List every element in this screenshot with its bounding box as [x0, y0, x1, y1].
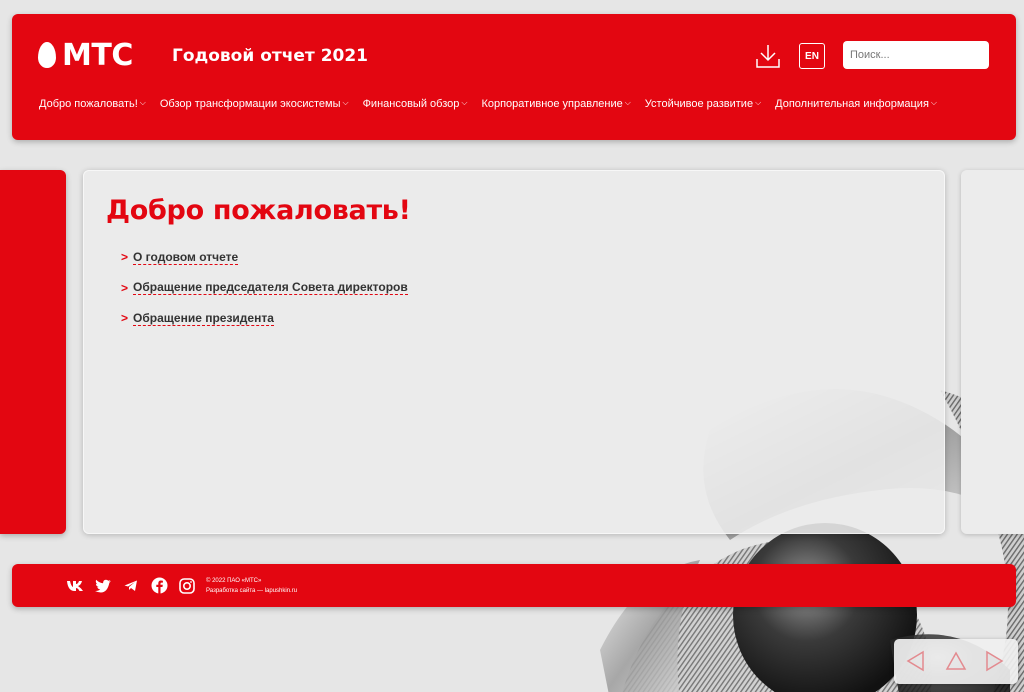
nav-item-label: Корпоративное управление [481, 98, 623, 110]
nav-item-label: Финансовый обзор [362, 98, 460, 110]
copyright-text: © 2022 ПАО «МТС» [206, 578, 262, 584]
arrow-right-icon[interactable] [982, 649, 1006, 673]
main-nav: Добро пожаловать! ⌵ Обзор трансформации э… [39, 98, 937, 110]
nav-item-label: Устойчивое развитие [644, 98, 754, 110]
download-icon[interactable] [754, 42, 782, 70]
chevron-down-icon: ⌵ [139, 98, 146, 107]
previous-section-panel[interactable] [0, 170, 66, 534]
report-title: Годовой отчет 2021 [172, 46, 369, 66]
next-section-panel[interactable] [961, 170, 1024, 534]
arrow-up-icon[interactable] [944, 649, 968, 673]
egg-logo-icon [38, 42, 56, 68]
nav-item-additional-info[interactable]: Дополнительная информация ⌵ [775, 98, 937, 110]
nav-item-label: Добро пожаловать! [39, 98, 138, 110]
telegram-icon[interactable] [122, 577, 140, 594]
page-navigation [894, 639, 1018, 684]
nav-item-financial[interactable]: Финансовый обзор ⌵ [363, 98, 468, 110]
chevron-down-icon: ⌵ [930, 98, 937, 107]
social-links [66, 577, 196, 594]
footer-bar: © 2022 ПАО «МТС» Разработка сайта — lapu… [12, 564, 1016, 607]
list-item: > О годовом отчете [121, 242, 408, 273]
nav-item-ecosystem[interactable]: Обзор трансформации экосистемы ⌵ [160, 98, 349, 110]
instagram-icon[interactable] [178, 577, 196, 594]
twitter-icon[interactable] [94, 577, 112, 594]
mts-logo[interactable]: МТС [38, 37, 133, 73]
search-input[interactable] [843, 41, 989, 69]
nav-item-label: Обзор трансформации экосистемы [159, 98, 341, 110]
nav-item-governance[interactable]: Корпоративное управление ⌵ [481, 98, 630, 110]
arrow-right-icon: > [121, 250, 129, 265]
logo-text: МТС [62, 37, 133, 73]
page-title: Добро пожаловать! [106, 195, 411, 226]
nav-item-welcome[interactable]: Добро пожаловать! ⌵ [39, 98, 146, 110]
list-item: > Обращение президента [121, 303, 408, 334]
vk-icon[interactable] [66, 577, 84, 594]
chevron-down-icon: ⌵ [461, 98, 468, 107]
footer-info: © 2022 ПАО «МТС» Разработка сайта — lapu… [206, 576, 297, 596]
header-bar: МТС Годовой отчет 2021 EN Добро пожалова… [12, 14, 1016, 140]
link-president-address[interactable]: Обращение президента [133, 311, 274, 326]
nav-item-label: Дополнительная информация [775, 98, 929, 110]
arrow-right-icon: > [121, 280, 129, 295]
section-links: > О годовом отчете > Обращение председат… [121, 242, 408, 334]
link-chairman-address[interactable]: Обращение председателя Совета директоров [133, 280, 408, 296]
chevron-down-icon: ⌵ [342, 98, 349, 107]
nav-item-sustainability[interactable]: Устойчивое развитие ⌵ [645, 98, 761, 110]
facebook-icon[interactable] [150, 577, 168, 594]
chevron-down-icon: ⌵ [624, 98, 631, 107]
link-about-report[interactable]: О годовом отчете [133, 250, 239, 265]
chevron-down-icon: ⌵ [755, 98, 762, 107]
developer-credit: Разработка сайта — lapushkin.ru [206, 588, 298, 594]
arrow-right-icon: > [121, 311, 129, 326]
arrow-left-icon[interactable] [904, 649, 928, 673]
list-item: > Обращение председателя Совета директор… [121, 273, 408, 304]
content-card: Добро пожаловать! > О годовом отчете > О… [83, 170, 945, 534]
language-button[interactable]: EN [799, 43, 825, 69]
